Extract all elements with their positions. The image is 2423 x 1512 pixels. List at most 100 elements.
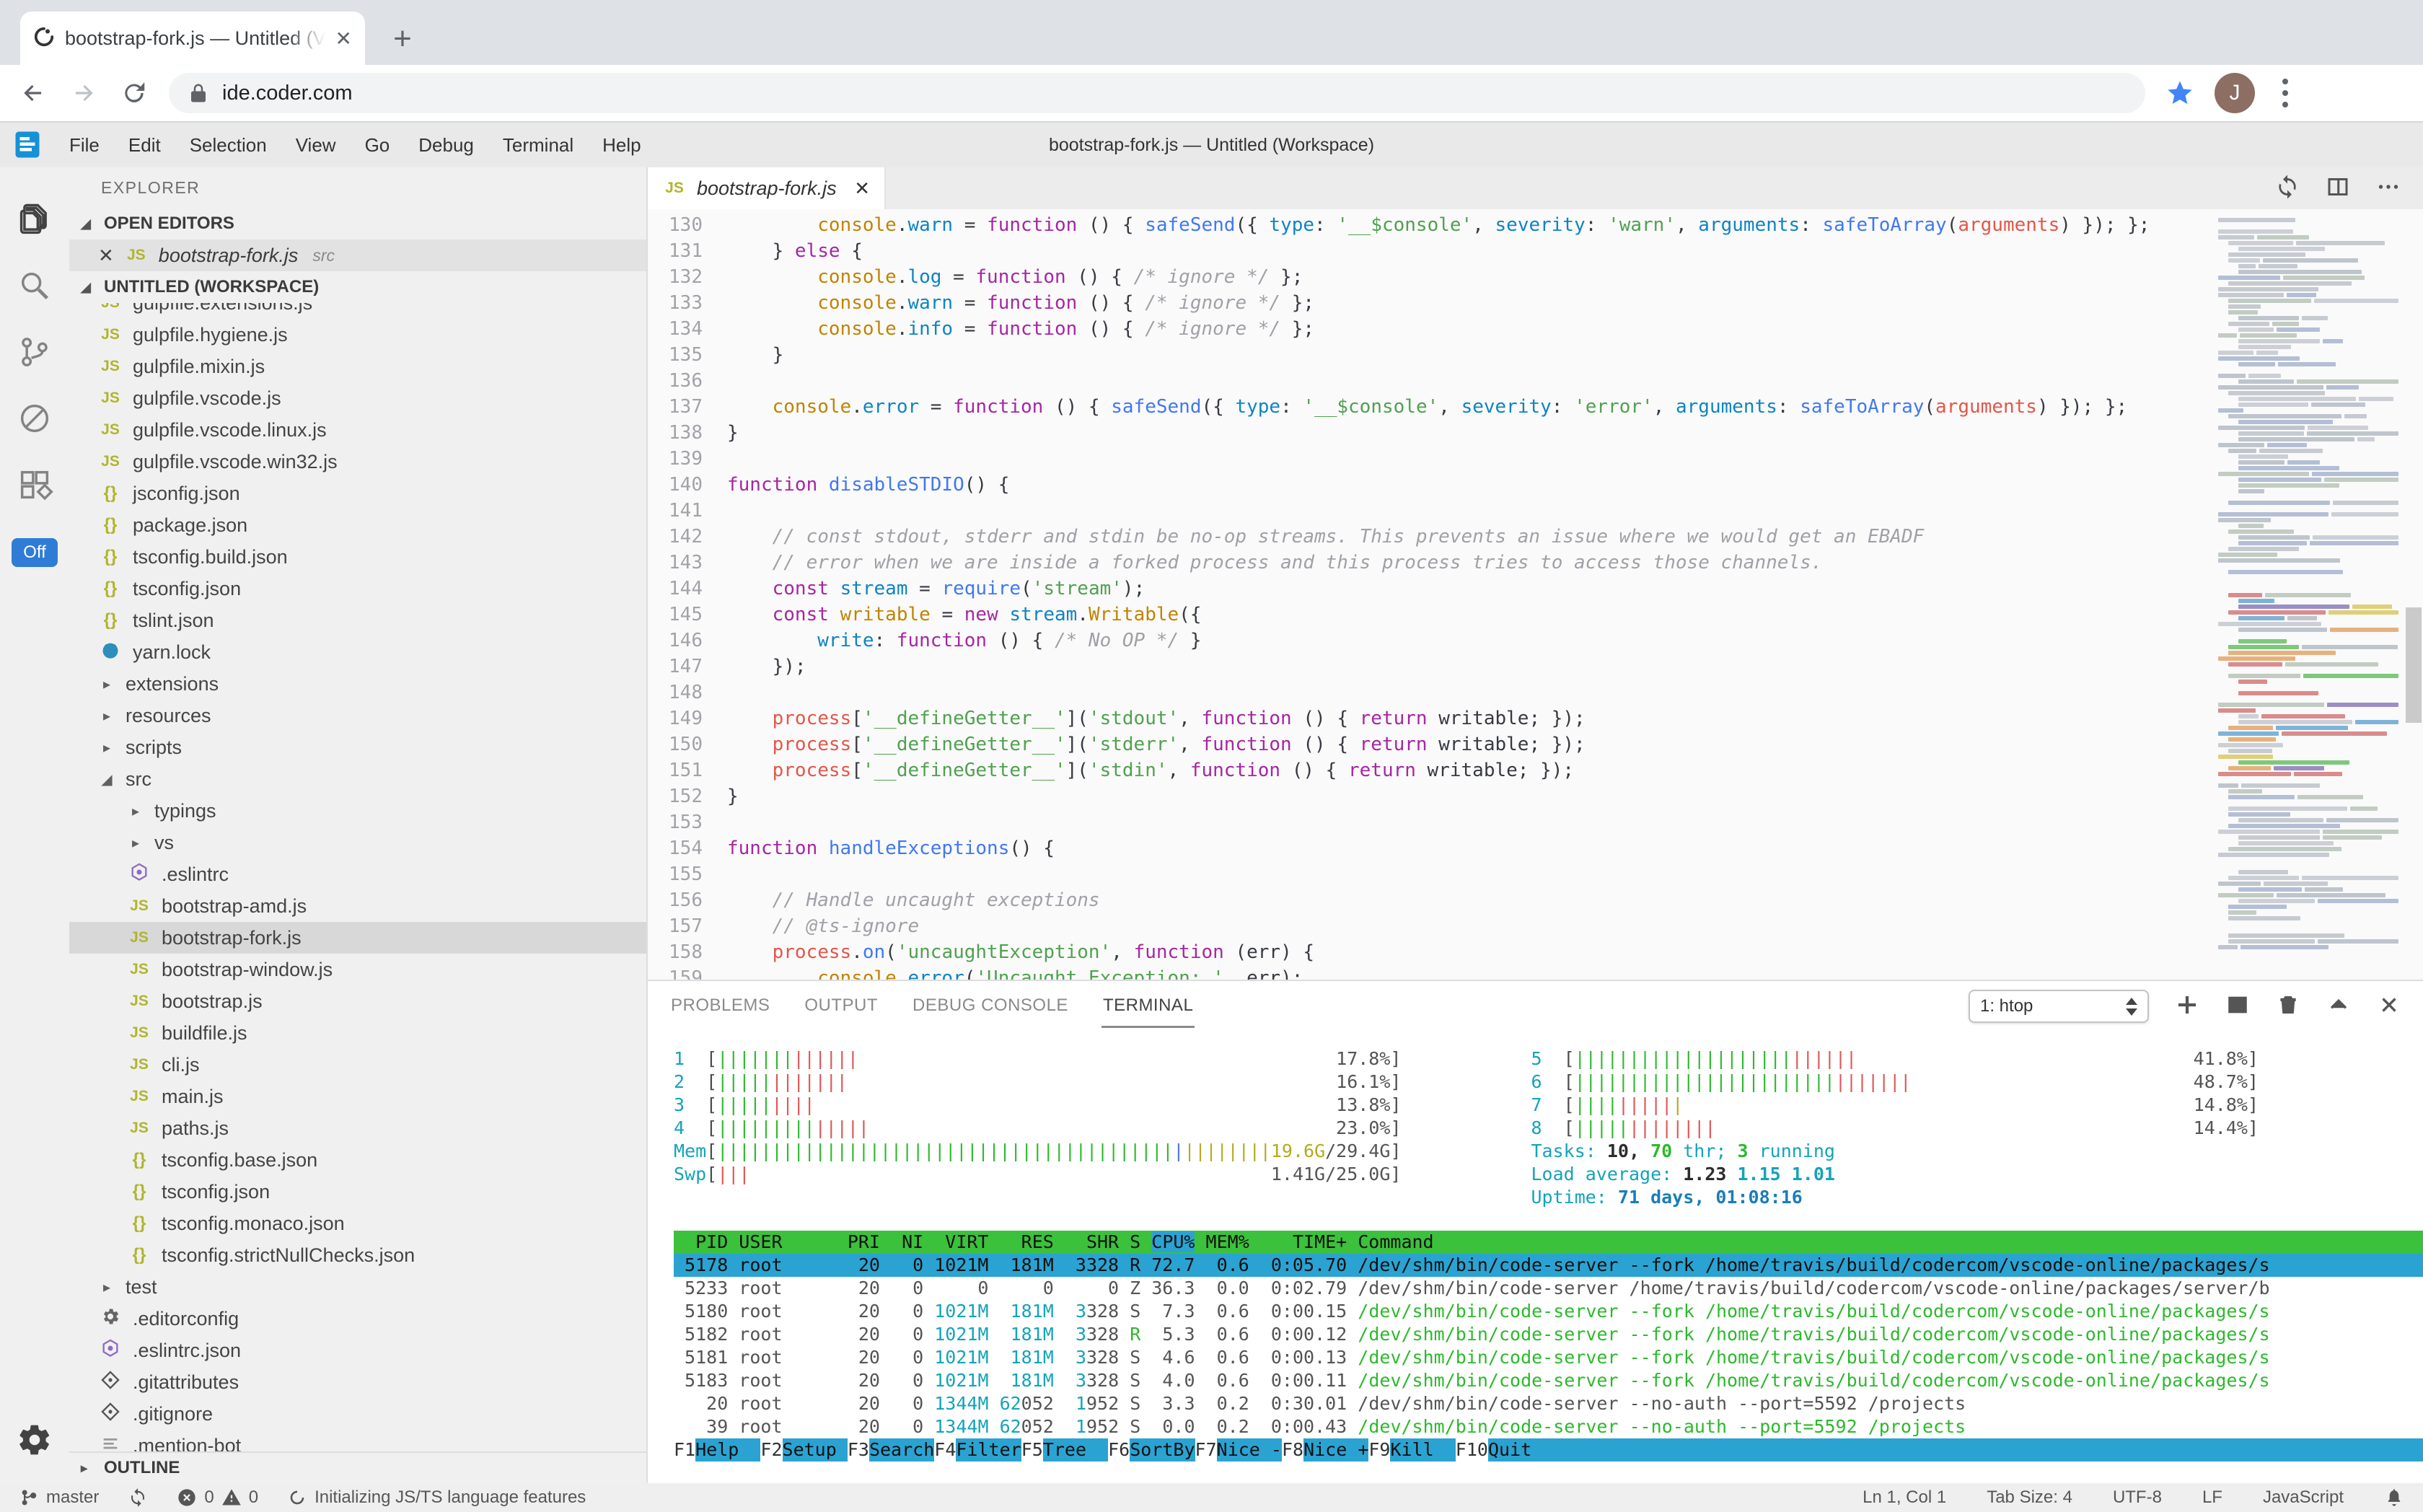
tree-item-.editorconfig[interactable]: .editorconfig <box>69 1303 646 1335</box>
menu-file[interactable]: File <box>55 128 114 162</box>
language-status[interactable]: Initializing JS/TS language features <box>287 1487 586 1508</box>
tree-item-resources[interactable]: ▸resources <box>69 700 646 731</box>
menu-debug[interactable]: Debug <box>404 128 488 162</box>
status-ln-1-col-1[interactable]: Ln 1, Col 1 <box>1863 1487 1946 1508</box>
tree-item-scripts[interactable]: ▸scripts <box>69 731 646 763</box>
tree-item-.mention-bot[interactable]: .mention-bot <box>69 1430 646 1451</box>
bookmark-star-icon[interactable] <box>2164 77 2196 109</box>
tree-item-tslint.json[interactable]: {}tslint.json <box>69 605 646 636</box>
tree-item-bootstrap-amd.js[interactable]: JSbootstrap-amd.js <box>69 890 646 922</box>
tree-item-tsconfig.base.json[interactable]: {}tsconfig.base.json <box>69 1144 646 1176</box>
open-editors-header[interactable]: ◢ OPEN EDITORS <box>69 208 646 239</box>
tree-item-gulpfile.vscode.js[interactable]: JSgulpfile.vscode.js <box>69 382 646 414</box>
minimap[interactable] <box>2218 212 2398 951</box>
tree-item-paths.js[interactable]: JSpaths.js <box>69 1112 646 1144</box>
kill-terminal-icon[interactable] <box>2276 993 2300 1021</box>
menu-terminal[interactable]: Terminal <box>488 128 588 162</box>
new-terminal-icon[interactable] <box>2175 993 2199 1021</box>
avatar[interactable]: J <box>2215 73 2255 113</box>
settings-gear-icon[interactable] <box>0 1411 69 1469</box>
tree-item-.eslintrc.json[interactable]: .eslintrc.json <box>69 1335 646 1366</box>
tab-close-icon[interactable]: ✕ <box>335 27 352 50</box>
workspace-header[interactable]: ◢ UNTITLED (WORKSPACE) <box>69 271 646 303</box>
tree-item-jsconfig.json[interactable]: {}jsconfig.json <box>69 478 646 509</box>
status-tab-size-4[interactable]: Tab Size: 4 <box>1987 1487 2072 1508</box>
tree-item-gulpfile.mixin.js[interactable]: JSgulpfile.mixin.js <box>69 351 646 382</box>
tree-item-gulpfile.vscode.linux.js[interactable]: JSgulpfile.vscode.linux.js <box>69 414 646 446</box>
terminal[interactable]: 1 [||||||||||||| 17.8%]2 [|||||||||||| 1… <box>648 1032 2423 1483</box>
new-tab-button[interactable]: + <box>382 19 423 59</box>
browser-menu-icon[interactable] <box>2274 79 2297 107</box>
branch-indicator[interactable]: master <box>19 1487 99 1508</box>
debug-icon[interactable] <box>0 385 69 452</box>
menu-selection[interactable]: Selection <box>175 128 281 162</box>
sync-indicator[interactable] <box>128 1487 148 1508</box>
menu-view[interactable]: View <box>281 128 351 162</box>
tree-item-extensions[interactable]: ▸extensions <box>69 668 646 700</box>
code-editor[interactable]: 130 console.warn = function () { safeSen… <box>648 209 2423 980</box>
tree-item-test[interactable]: ▸test <box>69 1271 646 1303</box>
tree-item-tsconfig.json[interactable]: {}tsconfig.json <box>69 1176 646 1208</box>
problems-indicator[interactable]: 0 0 <box>177 1487 258 1508</box>
editor-tab[interactable]: JS bootstrap-fork.js ✕ <box>648 167 886 209</box>
terminal-select[interactable]: 1: htop <box>1969 990 2149 1023</box>
tree-item-src[interactable]: ◢src <box>69 763 646 795</box>
status-lf[interactable]: LF <box>2202 1487 2222 1508</box>
browser-tab[interactable]: bootstrap-fork.js — Untitled (V ✕ <box>20 12 365 65</box>
reload-icon[interactable] <box>118 77 150 109</box>
menu-help[interactable]: Help <box>588 128 655 162</box>
scrollbar-thumb[interactable] <box>2406 607 2422 723</box>
editor-tab-close-icon[interactable]: ✕ <box>854 177 870 200</box>
tree-item-tsconfig.strictNullChecks.json[interactable]: {}tsconfig.strictNullChecks.json <box>69 1239 646 1271</box>
status-javascript[interactable]: JavaScript <box>2263 1487 2344 1508</box>
maximize-panel-icon[interactable] <box>2326 993 2351 1021</box>
source-control-icon[interactable] <box>0 319 69 385</box>
tree-item-bootstrap-window.js[interactable]: JSbootstrap-window.js <box>69 954 646 985</box>
open-editor-item[interactable]: ✕ JS bootstrap-fork.js src <box>69 239 646 271</box>
tree-item-label: tsconfig.base.json <box>162 1149 317 1172</box>
panel-tab-terminal[interactable]: TERMINAL <box>1101 985 1195 1028</box>
panel-tab-debug-console[interactable]: DEBUG CONSOLE <box>911 985 1070 1028</box>
tree-item-label: .gitignore <box>133 1403 213 1425</box>
tree-item-bootstrap.js[interactable]: JSbootstrap.js <box>69 985 646 1017</box>
close-panel-icon[interactable] <box>2377 993 2401 1021</box>
sync-editors-icon[interactable] <box>2274 174 2300 203</box>
tree-item-gulpfile.vscode.win32.js[interactable]: JSgulpfile.vscode.win32.js <box>69 446 646 478</box>
menu-go[interactable]: Go <box>351 128 405 162</box>
off-toggle[interactable]: Off <box>12 538 58 567</box>
back-icon[interactable] <box>17 77 49 109</box>
tree-item-main.js[interactable]: JSmain.js <box>69 1081 646 1112</box>
tree-item-buildfile.js[interactable]: JSbuildfile.js <box>69 1017 646 1049</box>
tree-item-gulpfile.hygiene.js[interactable]: JSgulpfile.hygiene.js <box>69 319 646 351</box>
close-icon[interactable]: ✕ <box>98 245 114 267</box>
explorer-icon[interactable] <box>0 186 69 252</box>
panel-tab-output[interactable]: OUTPUT <box>803 985 879 1028</box>
split-editor-icon[interactable] <box>2325 174 2351 203</box>
tree-item-yarn.lock[interactable]: yarn.lock <box>69 636 646 668</box>
status-utf-8[interactable]: UTF-8 <box>2113 1487 2162 1508</box>
more-actions-icon[interactable] <box>2375 174 2401 203</box>
outline-header[interactable]: ▸ OUTLINE <box>69 1451 646 1483</box>
notifications-bell-icon[interactable] <box>2384 1487 2404 1508</box>
tree-item-tsconfig.build.json[interactable]: {}tsconfig.build.json <box>69 541 646 573</box>
forward-icon[interactable] <box>68 77 100 109</box>
tree-item-.gitignore[interactable]: .gitignore <box>69 1398 646 1430</box>
tree-item-package.json[interactable]: {}package.json <box>69 509 646 541</box>
search-icon[interactable] <box>0 252 69 319</box>
split-terminal-icon[interactable] <box>2225 993 2250 1021</box>
extensions-icon[interactable] <box>0 452 69 518</box>
tree-item-typings[interactable]: ▸typings <box>69 795 646 827</box>
tree-item-tsconfig.monaco.json[interactable]: {}tsconfig.monaco.json <box>69 1208 646 1239</box>
panel-tab-problems[interactable]: PROBLEMS <box>669 985 771 1028</box>
tree-item-bootstrap-fork.js[interactable]: JSbootstrap-fork.js <box>69 922 646 954</box>
tree-item-gulpfile.extensions.js[interactable]: JSgulpfile.extensions.js <box>69 303 646 319</box>
editor-scrollbar[interactable] <box>2403 209 2423 980</box>
tree-item-cli.js[interactable]: JScli.js <box>69 1049 646 1081</box>
tree-item-.eslintrc[interactable]: .eslintrc <box>69 858 646 890</box>
coder-logo-icon[interactable] <box>14 131 40 159</box>
url-bar[interactable]: ide.coder.com <box>169 73 2145 113</box>
tree-item-tsconfig.json[interactable]: {}tsconfig.json <box>69 573 646 605</box>
menu-edit[interactable]: Edit <box>114 128 175 162</box>
tree-item-vs[interactable]: ▸vs <box>69 827 646 858</box>
tree-item-.gitattributes[interactable]: .gitattributes <box>69 1366 646 1398</box>
